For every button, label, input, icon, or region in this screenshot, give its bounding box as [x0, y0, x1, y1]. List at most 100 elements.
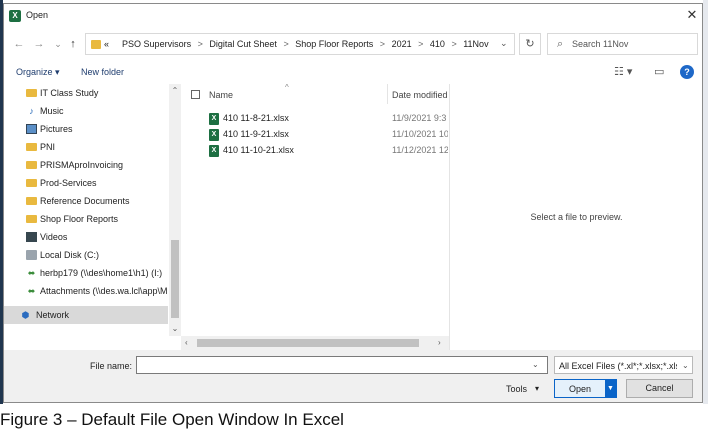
sidebar-item-label: Videos	[40, 232, 68, 242]
file-name-input[interactable]	[136, 356, 548, 374]
scroll-left-icon[interactable]: ‹	[185, 338, 188, 347]
address-bar[interactable]: « PSO Supervisors > Digital Cut Sheet > …	[85, 33, 515, 55]
search-box: ⌕	[547, 33, 698, 55]
file-date: 11/12/2021 12	[392, 145, 448, 155]
up-arrow-icon[interactable]: ↑	[66, 36, 80, 52]
chevron-right-icon[interactable]: >	[418, 39, 423, 49]
file-date: 11/10/2021 10	[392, 129, 448, 139]
sidebar-item-label: PNI	[40, 142, 56, 152]
change-view-icon[interactable]: ☷ ▾	[614, 65, 632, 78]
chevron-right-icon[interactable]: >	[283, 39, 288, 49]
sidebar-item-shop-floor-reports[interactable]: Shop Floor Reports	[4, 210, 168, 228]
chevron-right-icon[interactable]: >	[198, 39, 203, 49]
sidebar-item-local-disk[interactable]: Local Disk (C:)	[4, 246, 168, 264]
excel-icon: X	[9, 10, 21, 22]
file-type-select[interactable]: All Excel Files (*.xl*;*.xlsx;*.xlsm; ⌄	[554, 356, 693, 374]
file-list-horizontal-scrollbar[interactable]: ‹ ›	[181, 336, 449, 350]
background-window-edge-right	[703, 0, 708, 404]
navigation-scrollbar[interactable]: ⌃ ⌄	[169, 84, 181, 336]
breadcrumb: « PSO Supervisors > Digital Cut Sheet > …	[104, 39, 489, 49]
preview-pane: Select a file to preview.	[449, 84, 702, 350]
file-open-dialog: X Open ✕ ← → ⌄ ↑ « PSO Supervisors > Dig…	[3, 3, 703, 403]
sidebar-item-pni[interactable]: PNI	[4, 138, 168, 156]
breadcrumb-2021[interactable]: 2021	[392, 39, 412, 49]
open-button-label: Open	[568, 384, 592, 394]
sidebar-item-music[interactable]: ♪ Music	[4, 102, 168, 120]
select-all-checkbox[interactable]	[191, 90, 200, 99]
sidebar-item-label: Shop Floor Reports	[40, 214, 119, 224]
music-icon: ♪	[29, 106, 34, 116]
refresh-icon[interactable]: ↻	[519, 33, 541, 55]
folder-icon	[26, 143, 37, 151]
column-divider[interactable]	[387, 84, 388, 104]
excel-file-icon: X	[209, 113, 219, 125]
navigation-bar: ← → ⌄ ↑ « PSO Supervisors > Digital Cut …	[4, 32, 702, 58]
scroll-right-icon[interactable]: ›	[438, 338, 441, 347]
navigation-tree: IT Class Study ♪ Music Pictures PNI PRISM…	[4, 84, 168, 324]
chevron-down-icon: ⌄	[682, 361, 689, 370]
new-folder-button[interactable]: New folder	[81, 67, 124, 77]
sidebar-item-videos[interactable]: Videos	[4, 228, 168, 246]
help-icon[interactable]: ?	[680, 65, 694, 79]
breadcrumb-shop-floor-reports[interactable]: Shop Floor Reports	[295, 39, 373, 49]
column-header-name[interactable]: Name	[209, 90, 233, 100]
file-row[interactable]: X 410 11-9-21.xlsx 11/10/2021 10	[181, 127, 449, 143]
search-input[interactable]	[572, 37, 692, 51]
figure-caption: Figure 3 – Default File Open Window In E…	[0, 410, 344, 429]
sidebar-item-label: PRISMAproInvoicing	[40, 160, 124, 170]
folder-icon	[26, 215, 37, 223]
tools-button[interactable]: Tools	[506, 384, 527, 394]
pictures-icon	[26, 124, 37, 134]
open-options-dropdown[interactable]: ▼	[605, 380, 616, 397]
sidebar-item-label: Reference Documents	[40, 196, 130, 206]
sidebar-item-label: Pictures	[40, 124, 73, 134]
excel-file-icon: X	[209, 145, 219, 157]
disk-icon	[26, 250, 37, 260]
network-icon: ⬢	[21, 310, 30, 320]
scroll-down-icon[interactable]: ⌄	[169, 324, 181, 333]
recent-locations-chevron-icon[interactable]: ⌄	[51, 36, 65, 52]
organize-button[interactable]: Organize ▾	[16, 67, 60, 78]
column-header-date-modified[interactable]: Date modified	[392, 90, 448, 100]
scrollbar-thumb[interactable]	[197, 339, 419, 347]
cancel-button[interactable]: Cancel	[626, 379, 693, 398]
close-icon[interactable]: ✕	[684, 7, 700, 23]
title-bar: X Open ✕	[4, 4, 702, 28]
file-row[interactable]: X 410 11-10-21.xlsx 11/12/2021 12	[181, 143, 449, 159]
sidebar-item-label: herbp179 (\\des\home1\h1) (I:)	[40, 268, 163, 278]
sidebar-item-prod-services[interactable]: Prod-Services	[4, 174, 168, 192]
sidebar-item-attachments[interactable]: ⬌ Attachments (\\des.wa.lcl\app\MPD)	[4, 282, 168, 300]
scroll-up-icon[interactable]: ⌃	[169, 86, 181, 95]
network-drive-icon: ⬌	[27, 268, 36, 278]
chevron-right-icon[interactable]: >	[451, 39, 456, 49]
folder-icon	[26, 197, 37, 205]
network-drive-icon: ⬌	[27, 286, 36, 296]
chevron-down-icon[interactable]: ⌄	[532, 360, 539, 369]
excel-file-icon: X	[209, 129, 219, 141]
back-arrow-icon[interactable]: ←	[12, 36, 26, 52]
sidebar-item-it-class-study[interactable]: IT Class Study	[4, 84, 168, 102]
search-icon: ⌕	[557, 38, 564, 50]
preview-message: Select a file to preview.	[530, 212, 623, 222]
sidebar-item-prismaproinvoicing[interactable]: PRISMAproInvoicing	[4, 156, 168, 174]
breadcrumb-410[interactable]: 410	[430, 39, 445, 49]
chevron-right-icon[interactable]: >	[380, 39, 385, 49]
caret-down-icon[interactable]: ▾	[535, 384, 539, 393]
preview-pane-icon[interactable]: ▭	[654, 65, 664, 78]
breadcrumb-pso-supervisors[interactable]: PSO Supervisors	[122, 39, 191, 49]
sidebar-item-reference-documents[interactable]: Reference Documents	[4, 192, 168, 210]
forward-arrow-icon[interactable]: →	[32, 36, 46, 52]
file-name: 410 11-9-21.xlsx	[223, 129, 289, 139]
chevron-down-icon[interactable]: ⌄	[500, 38, 508, 49]
sidebar-item-pictures[interactable]: Pictures	[4, 120, 168, 138]
sidebar-item-home-drive[interactable]: ⬌ herbp179 (\\des\home1\h1) (I:)	[4, 264, 168, 282]
sidebar-item-network[interactable]: ⬢ Network	[4, 306, 168, 324]
open-button[interactable]: Open ▼	[554, 379, 617, 398]
scrollbar-thumb[interactable]	[171, 240, 179, 318]
breadcrumb-overflow[interactable]: «	[104, 39, 109, 49]
breadcrumb-digital-cut-sheet[interactable]: Digital Cut Sheet	[209, 39, 277, 49]
command-toolbar: Organize ▾ New folder ☷ ▾ ▭ ?	[4, 62, 702, 84]
file-row[interactable]: X 410 11-8-21.xlsx 11/9/2021 9:3	[181, 111, 449, 127]
breadcrumb-11nov[interactable]: 11Nov	[463, 39, 488, 49]
file-type-value: All Excel Files (*.xl*;*.xlsx;*.xlsm;	[559, 361, 677, 371]
